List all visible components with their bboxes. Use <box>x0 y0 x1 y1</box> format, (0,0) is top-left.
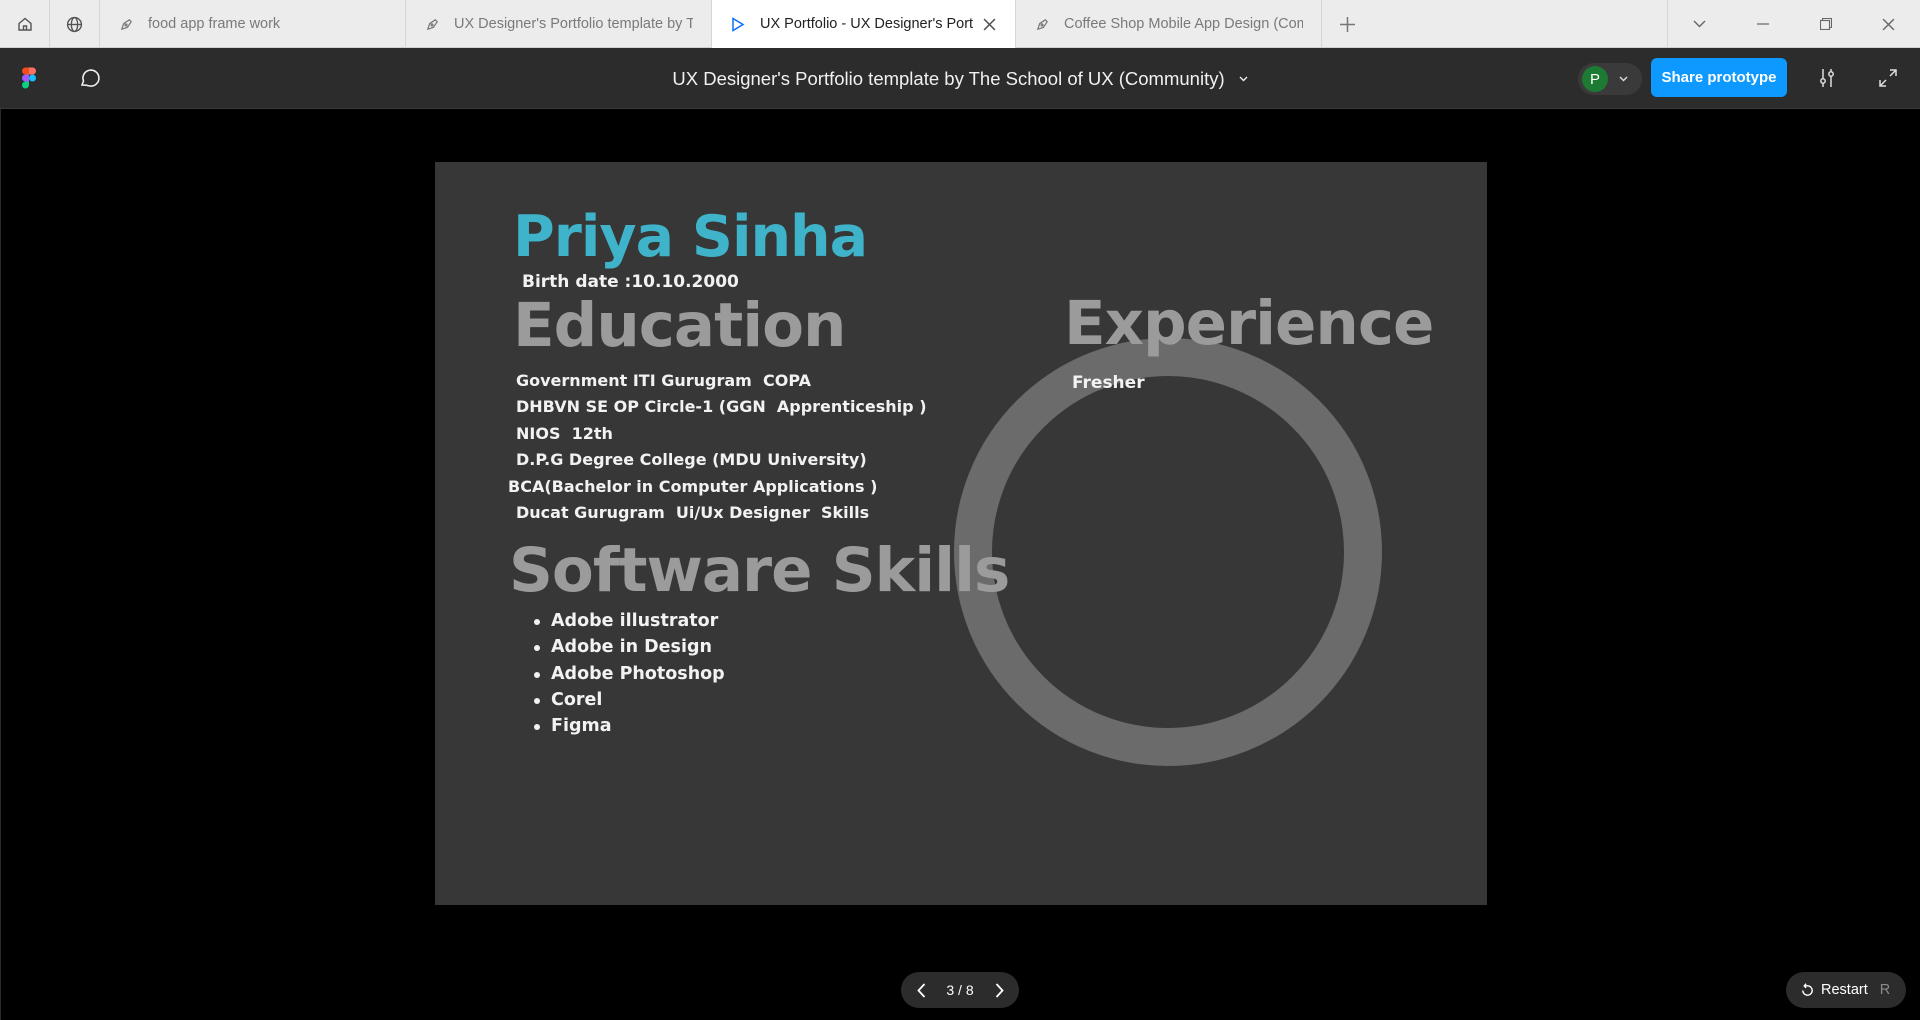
window-controls <box>1667 0 1920 48</box>
user-menu[interactable]: P <box>1578 63 1642 95</box>
avatar: P <box>1582 66 1608 92</box>
list-item: Adobe illustrator <box>534 608 725 634</box>
file-title-button[interactable]: UX Designer's Portfolio template by The … <box>672 67 1248 90</box>
tab-label: UX Portfolio - UX Designer's Port <box>760 16 973 32</box>
chevron-right-icon <box>995 982 1004 998</box>
education-heading: Education <box>513 290 846 361</box>
tab-label: Coffee Shop Mobile App Design (Com <box>1064 16 1303 32</box>
chevron-down-icon <box>1619 76 1628 82</box>
next-slide-button[interactable] <box>989 980 1009 1000</box>
fullscreen-button[interactable] <box>1876 66 1900 90</box>
chevron-down-icon <box>1239 76 1248 81</box>
globe-icon <box>66 16 83 32</box>
play-icon <box>730 16 746 32</box>
figma-logo-icon[interactable] <box>22 67 36 89</box>
restore-icon <box>1819 18 1832 30</box>
restart-label: Restart <box>1821 982 1868 998</box>
chevron-down-icon <box>1693 20 1706 28</box>
previous-slide-button[interactable] <box>911 980 931 1000</box>
tab-label: food app frame work <box>148 16 281 32</box>
list-item: Adobe Photoshop <box>534 661 725 687</box>
restart-icon <box>1802 982 1813 996</box>
comment-button[interactable] <box>77 65 103 91</box>
list-item: Government ITI Gurugram COPA <box>516 371 811 390</box>
restart-shortcut: R <box>1879 982 1891 998</box>
home-button[interactable] <box>0 0 50 48</box>
plus-icon <box>1339 16 1355 32</box>
browser-tab-bar: food app frame work UX Designer's Portfo… <box>0 0 1920 48</box>
birth-date: Birth date :10.10.2000 <box>522 272 739 292</box>
chevron-left-icon <box>916 982 925 998</box>
portfolio-slide[interactable]: Priya Sinha Birth date :10.10.2000 Educa… <box>435 162 1487 905</box>
list-item: BCA(Bachelor in Computer Applications ) <box>508 476 878 496</box>
software-skills-heading: Software Skills <box>509 535 1010 606</box>
list-item: NIOS 12th <box>516 423 613 443</box>
tab-label: UX Designer's Portfolio template by T <box>454 16 693 32</box>
person-name: Priya Sinha <box>513 204 868 270</box>
restart-button[interactable]: Restart R <box>1786 972 1906 1008</box>
page-indicator: 3 / 8 <box>946 982 974 998</box>
community-button[interactable] <box>50 0 100 48</box>
browser-tab-0[interactable]: food app frame work <box>100 0 406 48</box>
close-icon <box>1882 18 1895 30</box>
list-item: Figma <box>534 713 725 739</box>
comment-icon <box>80 69 100 87</box>
restore-button[interactable] <box>1794 0 1857 48</box>
expand-icon <box>1879 69 1897 87</box>
figma-file-icon <box>424 16 440 32</box>
prototype-canvas: Priya Sinha Birth date :10.10.2000 Educa… <box>0 109 1920 1020</box>
prototype-toolbar: UX Designer's Portfolio template by The … <box>0 48 1920 109</box>
list-item: Ducat Gurugram Ui/Ux Designer Skills <box>516 503 870 523</box>
new-tab-button[interactable] <box>1322 0 1372 48</box>
close-window-button[interactable] <box>1857 0 1920 48</box>
browser-tab-1[interactable]: UX Designer's Portfolio template by T <box>406 0 712 48</box>
browser-tab-2[interactable]: UX Portfolio - UX Designer's Port <box>712 0 1016 48</box>
share-prototype-button[interactable]: Share prototype <box>1651 58 1787 97</box>
figma-file-icon <box>118 16 134 32</box>
decorative-ring <box>954 338 1382 766</box>
education-list: Government ITI Gurugram COPA DHBVN SE OP… <box>508 368 927 526</box>
settings-button[interactable] <box>1815 66 1839 90</box>
experience-text: Fresher <box>1072 373 1145 393</box>
sliders-icon <box>1820 69 1834 87</box>
minimize-icon <box>1756 23 1769 25</box>
figma-file-icon <box>1034 16 1050 32</box>
tab-list-button[interactable] <box>1668 0 1731 48</box>
list-item: Adobe in Design <box>534 634 725 660</box>
list-item: Corel <box>534 687 725 713</box>
browser-tab-3[interactable]: Coffee Shop Mobile App Design (Com <box>1016 0 1322 48</box>
minimize-button[interactable] <box>1731 0 1794 48</box>
slide-pager: 3 / 8 <box>901 972 1019 1008</box>
list-item: D.P.G Degree College (MDU University) <box>516 450 867 470</box>
close-tab-icon[interactable] <box>981 16 997 32</box>
experience-heading: Experience <box>1064 288 1434 359</box>
file-title: UX Designer's Portfolio template by The … <box>672 67 1225 89</box>
list-item: DHBVN SE OP Circle-1 (GGN Apprenticeship… <box>516 397 927 417</box>
software-skills-list: Adobe illustrator Adobe in Design Adobe … <box>534 608 725 739</box>
home-icon <box>17 17 32 31</box>
